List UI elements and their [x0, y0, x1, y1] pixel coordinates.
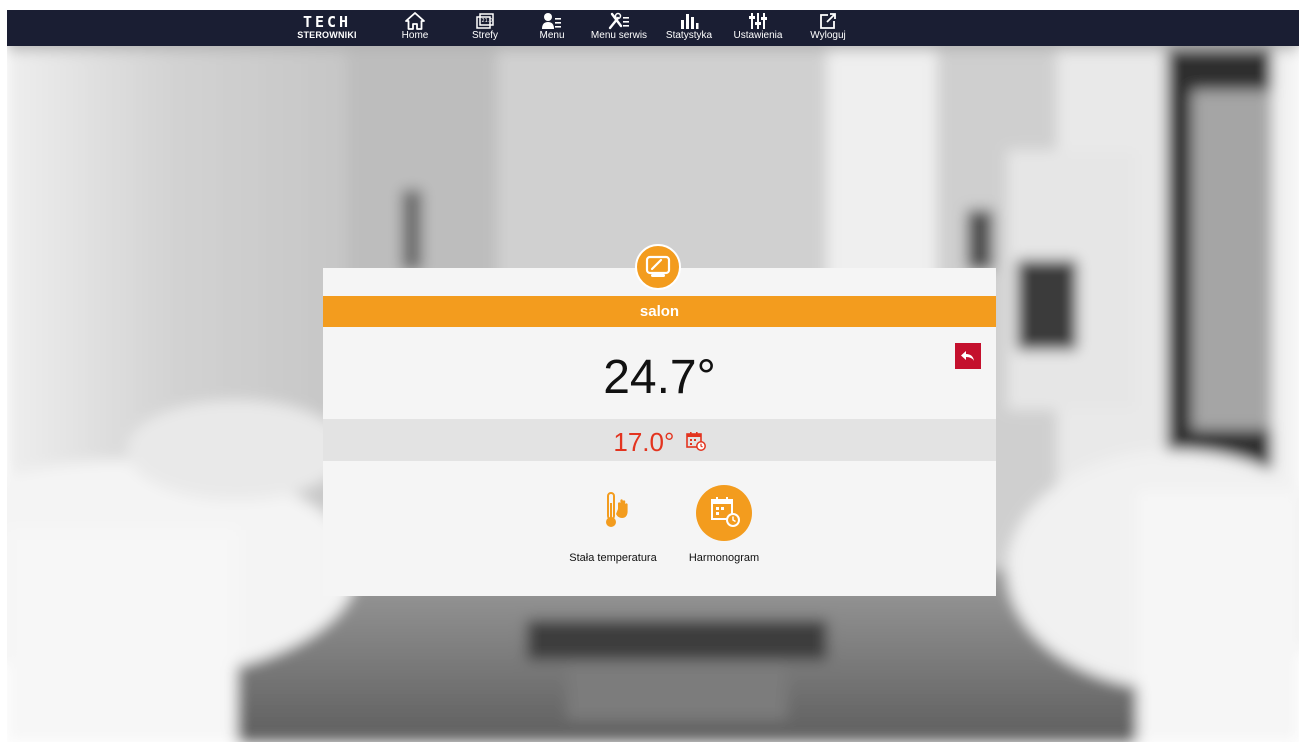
- sliders-icon: [749, 13, 767, 29]
- zone-name-bar: salon: [323, 296, 996, 327]
- tech-logo[interactable]: TECH STEROWNIKI: [287, 15, 367, 43]
- calendar-clock-icon: [711, 497, 740, 527]
- nav-label: Menu serwis: [590, 30, 648, 41]
- nav-label: Strefy: [471, 30, 499, 41]
- set-temperature-row: 17.0°: [323, 419, 996, 461]
- nav-label: Menu: [539, 30, 565, 41]
- nav-label: Statystyka: [665, 30, 713, 41]
- schedule-calendar-icon: [685, 421, 706, 463]
- nav-statystyka[interactable]: Statystyka: [663, 12, 715, 44]
- mode-icon-container: [585, 485, 641, 541]
- set-temperature: 17.0°: [613, 427, 675, 458]
- nav-wyloguj[interactable]: Wyloguj: [808, 12, 848, 44]
- nav-label: Home: [401, 30, 429, 41]
- current-temperature: 24.7°: [603, 351, 716, 404]
- zones-icon: 21.0: [476, 13, 494, 29]
- schedule-mode-button[interactable]: Harmonogram: [669, 485, 779, 565]
- nav-label: Ustawienia: [733, 30, 783, 41]
- logo-sub-text: STEROWNIKI: [297, 30, 357, 40]
- logout-icon: [820, 13, 836, 29]
- logo-main-text: TECH: [302, 13, 352, 31]
- top-navigation-bar: TECH STEROWNIKI Home 21.0 Strefy Menu Me…: [7, 10, 1299, 46]
- statistics-bars-icon: [681, 14, 699, 29]
- mode-label: Harmonogram: [688, 552, 760, 564]
- constant-temperature-mode-button[interactable]: Stała temperatura: [558, 485, 668, 565]
- zone-panel: salon 24.7° 17.0° Stała temperatura Harm: [323, 268, 996, 596]
- thermometer-hand-icon: [606, 492, 628, 527]
- nav-menu[interactable]: Menu: [536, 12, 568, 44]
- mode-label: Stała temperatura: [569, 552, 657, 564]
- nav-label: Wyloguj: [810, 30, 846, 41]
- svg-text:21.0: 21.0: [482, 18, 493, 24]
- nav-ustawienia[interactable]: Ustawienia: [731, 12, 785, 44]
- service-tools-icon: [608, 12, 629, 30]
- room-thermostat-icon: [635, 244, 681, 290]
- nav-home[interactable]: Home: [398, 12, 432, 44]
- app-window: TECH STEROWNIKI Home 21.0 Strefy Menu Me…: [7, 10, 1299, 742]
- nav-menu-serwis[interactable]: Menu serwis: [589, 12, 649, 44]
- home-icon: [405, 12, 425, 30]
- nav-strefy[interactable]: 21.0 Strefy: [467, 12, 503, 44]
- set-temperature-container: 17.0°: [323, 419, 996, 463]
- user-menu-icon: [542, 13, 561, 29]
- mode-icon-container-active: [696, 485, 752, 541]
